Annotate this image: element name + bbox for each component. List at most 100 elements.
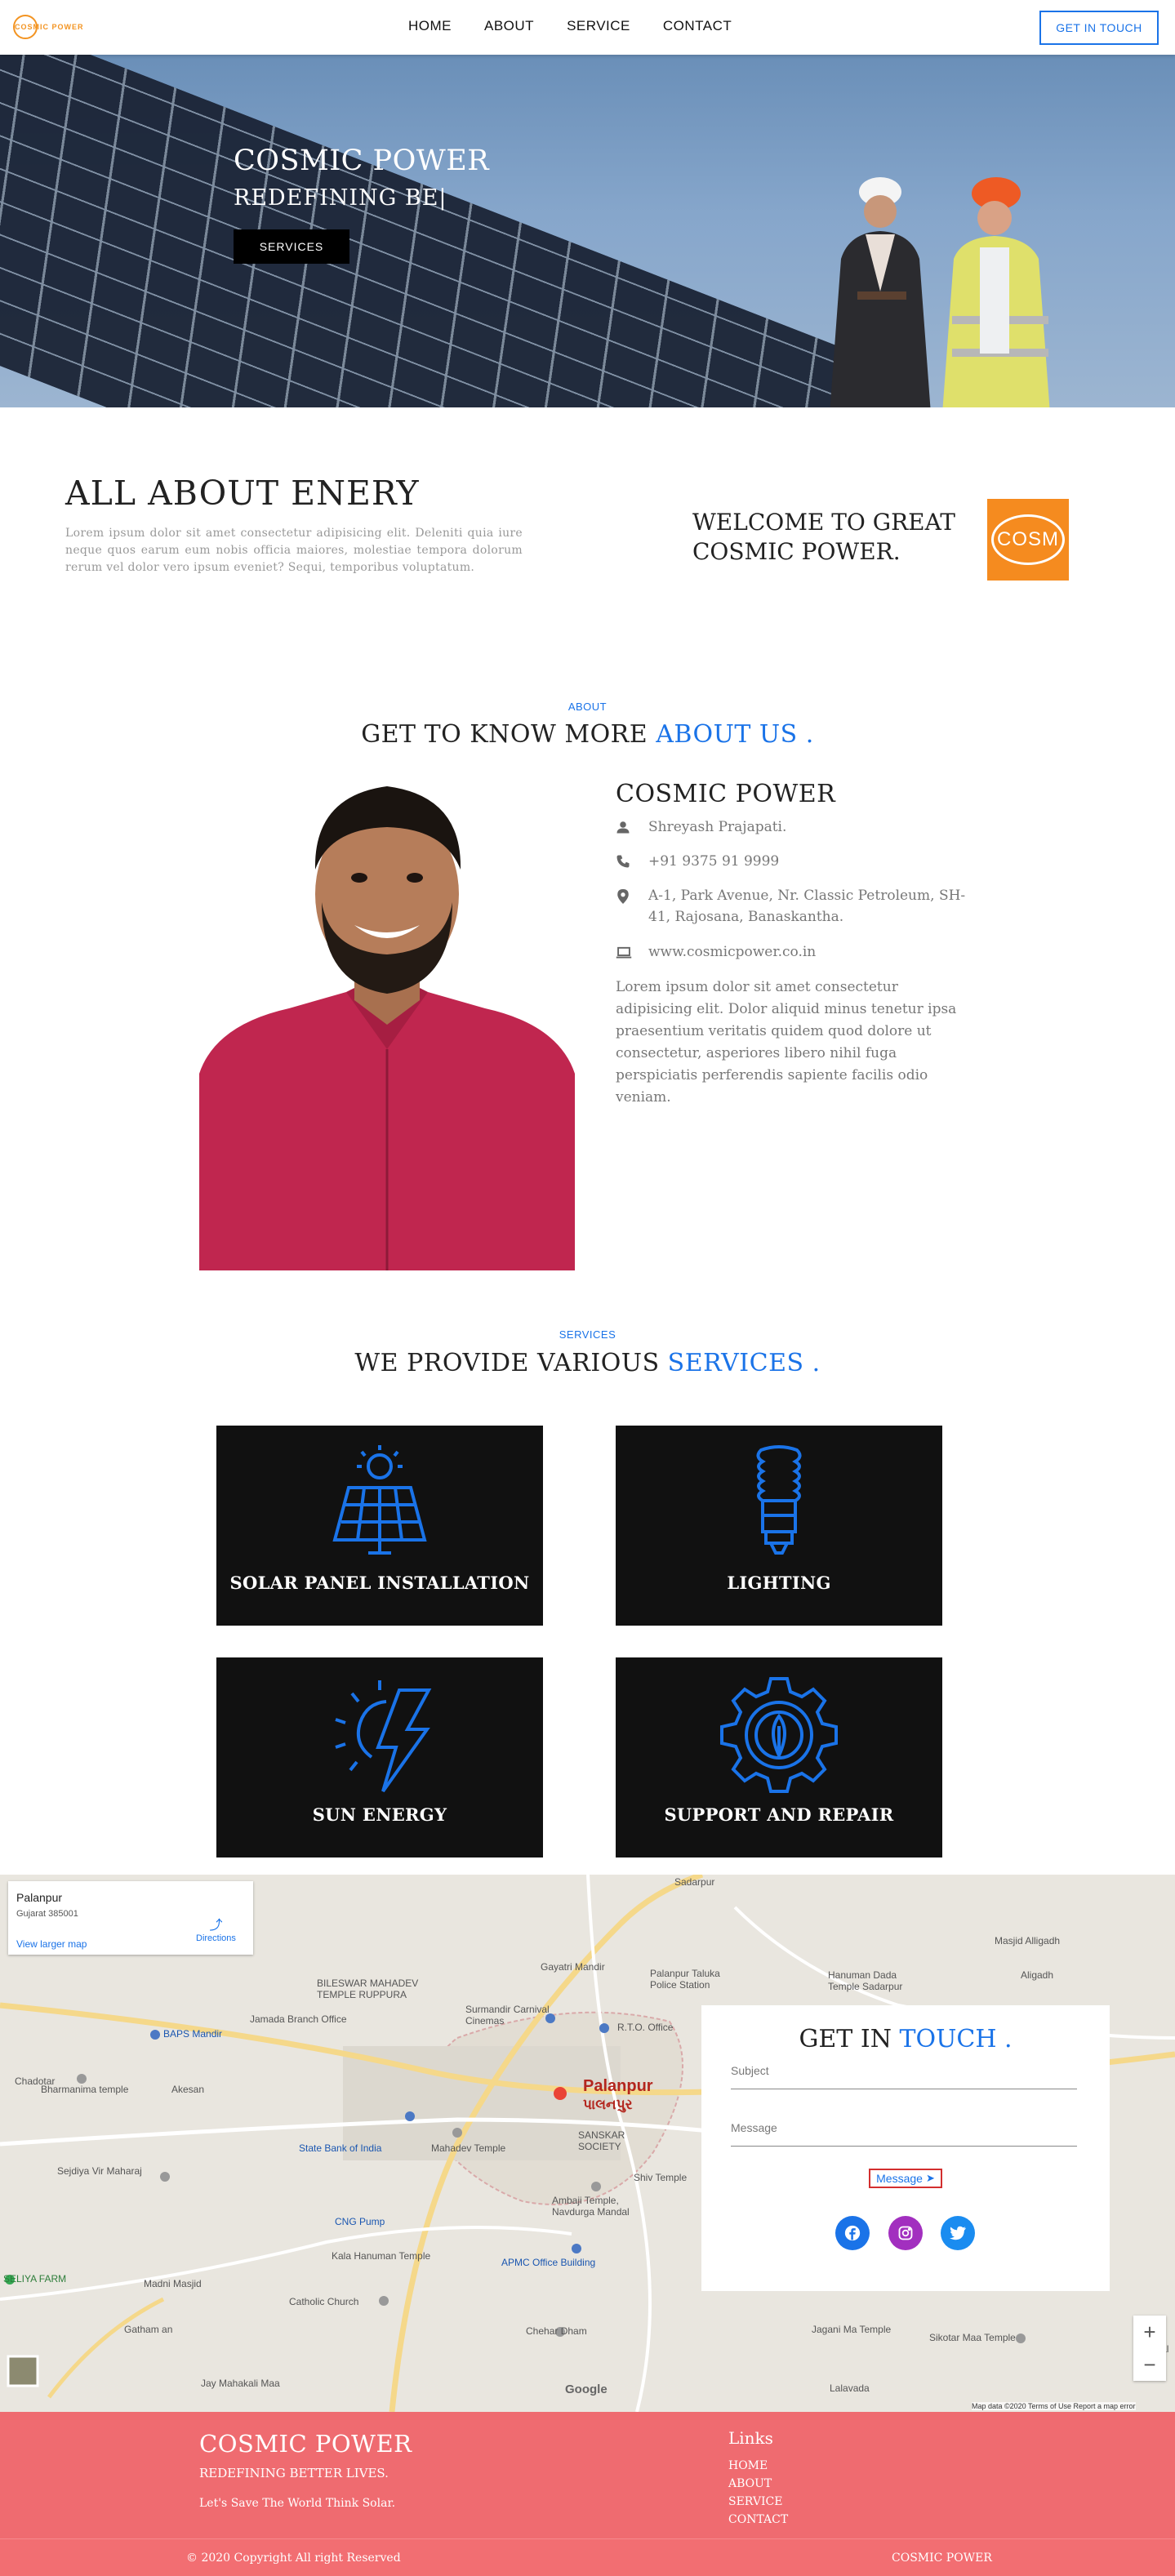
address-text: A-1, Park Avenue, Nr. Classic Petroleum,… (648, 888, 966, 925)
nav-service[interactable]: SERVICE (567, 18, 630, 34)
directions-link[interactable]: ⤴ Directions (196, 1914, 236, 1943)
map-label: Sejdiya Vir Maharaj (57, 2165, 142, 2177)
contact-heading-plain: GET IN (799, 2025, 900, 2053)
map-attribution[interactable]: Map data ©2020 Terms of Use Report a map… (972, 2402, 1136, 2410)
map-city-name-gujarati: પાલનપુર (583, 2097, 633, 2112)
info-address: A-1, Park Avenue, Nr. Classic Petroleum,… (616, 885, 975, 928)
laptop-icon (616, 941, 648, 966)
contact-heading: GET IN TOUCH . (701, 2025, 1110, 2053)
welcome-text: WELCOME TO GREAT COSMIC POWER. (692, 509, 955, 565)
website-link[interactable]: www.cosmicpower.co.in (648, 941, 816, 966)
nav-home[interactable]: HOME (408, 18, 452, 34)
person-name: Shreyash Prajapati. (648, 819, 787, 835)
service-card-support[interactable]: SUPPORT AND REPAIR (616, 1657, 942, 1857)
map-label: Mahadev Temple (431, 2142, 506, 2154)
phone-icon (616, 851, 648, 875)
services-heading: WE PROVIDE VARIOUS SERVICES . (0, 1349, 1175, 1377)
map-label: R.T.O. Office (617, 2022, 674, 2033)
services-tag: SERVICES (559, 1328, 616, 1341)
service-card-solar[interactable]: SOLAR PANEL INSTALLATION (216, 1426, 543, 1626)
about-description: Lorem ipsum dolor sit amet consectetur a… (616, 979, 957, 1106)
instagram-icon[interactable] (888, 2216, 923, 2250)
cosmic-logo-text: COSM (991, 514, 1065, 565)
map-label: Lalavada (830, 2382, 870, 2394)
map-label: BAPS Mandir (163, 2028, 223, 2040)
service-card-lighting[interactable]: LIGHTING (616, 1426, 942, 1626)
info-person: Shreyash Prajapati. (616, 816, 786, 841)
map-label: APMC Office Building (501, 2257, 596, 2268)
about-heading: GET TO KNOW MORE ABOUT US . (0, 720, 1175, 749)
map-label: Hanuman Dada Temple Sadarpur (828, 1969, 903, 1992)
copyright-bar: © 2020 Copyright All right Reserved COSM… (0, 2538, 1175, 2576)
copyright-text: © 2020 Copyright All right Reserved (186, 2552, 401, 2565)
top-navbar: COSMIC POWER HOME ABOUT SERVICE CONTACT … (0, 0, 1175, 55)
services-button[interactable]: SERVICES (234, 229, 349, 264)
view-larger-map-link[interactable]: View larger map (16, 1938, 87, 1950)
map-label: Gatham an (124, 2324, 173, 2335)
contact-form: GET IN TOUCH . Subject Message Message ➤ (701, 2005, 1110, 2291)
services-heading-plain: WE PROVIDE VARIOUS (354, 1349, 668, 1377)
send-icon: ➤ (925, 2172, 935, 2184)
facebook-icon[interactable] (835, 2216, 870, 2250)
person-icon (616, 816, 648, 841)
about-heading-plain: GET TO KNOW MORE (361, 720, 656, 749)
map-label: Kala Hanuman Temple (332, 2250, 431, 2262)
hero-title: COSMIC POWER (234, 145, 490, 177)
footer-link-about[interactable]: ABOUT (728, 2477, 772, 2490)
subject-input[interactable]: Subject (731, 2064, 1077, 2089)
map-place-region: Gujarat 385001 (16, 1909, 78, 1919)
map-label: Surmandir Carnival Cinemas (465, 2004, 550, 2027)
service-card-sun-energy[interactable]: SUN ENERGY (216, 1657, 543, 1857)
send-message-label: Message (876, 2172, 923, 2185)
message-input[interactable]: Message (731, 2121, 1077, 2147)
map-label: SELIYA FARM (3, 2273, 67, 2285)
logo-text: COSMIC POWER (15, 23, 84, 31)
footer-link-contact[interactable]: CONTACT (728, 2513, 788, 2526)
zoom-out-button[interactable]: − (1133, 2348, 1166, 2381)
map-place-name: Palanpur (16, 1891, 63, 1904)
map-label: Jay Mahakali Maa (201, 2378, 280, 2389)
map-label: Sikotar Maa Temple (929, 2332, 1016, 2343)
map-label: Bharmanima temple (41, 2084, 129, 2095)
phone-number[interactable]: +91 9375 91 9999 (648, 851, 779, 875)
directions-icon: ⤴ (209, 1919, 223, 1933)
map-label: Chehar Dham (526, 2325, 587, 2337)
service-label-solar: SOLAR PANEL INSTALLATION (229, 1573, 530, 1593)
brand-logo[interactable]: COSMIC POWER (10, 13, 95, 41)
contact-heading-blue: TOUCH . (899, 2025, 1013, 2053)
send-message-button[interactable]: Message ➤ (869, 2169, 942, 2188)
gear-repair-icon (720, 1677, 838, 1793)
twitter-icon[interactable] (941, 2216, 975, 2250)
intro-text: Lorem ipsum dolor sit amet consectetur a… (65, 527, 523, 574)
service-label-sun-energy: SUN ENERGY (312, 1804, 447, 1825)
footer-link-home[interactable]: HOME (728, 2459, 768, 2472)
map-label: Palanpur Taluka Police Station (650, 1968, 720, 1991)
info-phone: +91 9375 91 9999 (616, 851, 779, 875)
get-in-touch-button[interactable]: GET IN TOUCH (1039, 11, 1159, 45)
map-label: Ambaji Temple, Navdurga Mandal (552, 2195, 630, 2218)
solar-panel-icon (332, 1445, 427, 1555)
solar-panel-grid (0, 55, 869, 407)
map-label: Madni Masjid (144, 2278, 202, 2289)
nav-links: HOME ABOUT SERVICE CONTACT (408, 18, 764, 34)
sun-energy-icon (335, 1680, 432, 1793)
footer-link-service[interactable]: SERVICE (728, 2495, 782, 2508)
zoom-in-button[interactable]: + (1133, 2316, 1166, 2348)
map-label: CNG Pump (335, 2216, 385, 2227)
workers-image (830, 177, 1050, 407)
intro-title: ALL ABOUT ENERY (65, 474, 420, 513)
map-zoom-control: + − (1133, 2316, 1166, 2381)
map-label: Gayatri Mandir (541, 1961, 605, 1973)
footer-subtitle: REDEFINING BETTER LIVES. (199, 2466, 389, 2480)
services-heading-blue: SERVICES . (667, 1349, 821, 1377)
map-label: Sadarpur (674, 1876, 715, 1888)
map-label: Masjid Alligadh (995, 1935, 1061, 1946)
location-pin-icon (616, 885, 648, 928)
service-label-lighting: LIGHTING (727, 1573, 831, 1593)
nav-contact[interactable]: CONTACT (663, 18, 732, 34)
map-label: Jagani Ma Temple (812, 2324, 892, 2335)
copyright-brand: COSMIC POWER (892, 2552, 992, 2565)
map-label: BILESWAR MAHADEV TEMPLE RUPPURA (317, 1978, 419, 2000)
nav-about[interactable]: ABOUT (484, 18, 534, 34)
light-bulb-icon (756, 1445, 802, 1555)
